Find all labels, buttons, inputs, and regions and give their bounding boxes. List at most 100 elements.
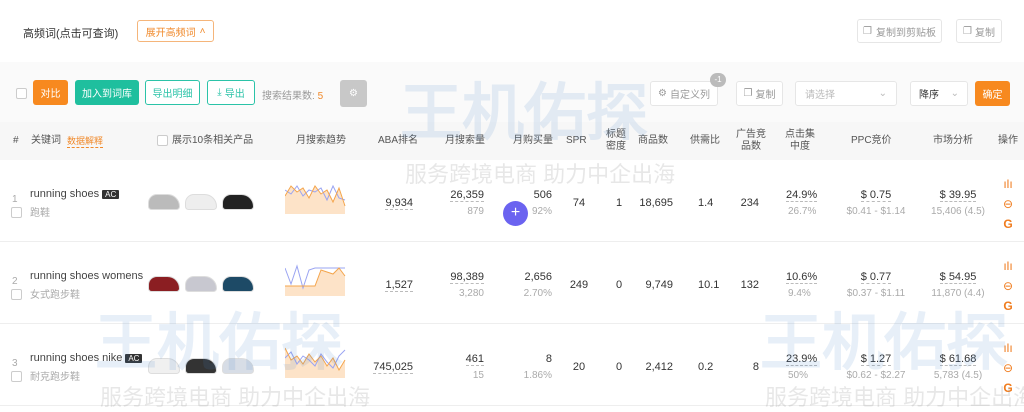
keyword-text[interactable]: running shoes — [30, 188, 99, 200]
click-concentration-sub: 9.4% — [788, 288, 811, 299]
result-count-label: 搜索结果数: — [262, 91, 315, 102]
row-index: 3 — [12, 358, 18, 369]
product-thumbnail[interactable] — [185, 358, 217, 374]
product-thumbnail[interactable] — [148, 276, 180, 292]
sort-order-value: 降序 — [919, 90, 939, 101]
click-concentration: 24.9% — [786, 189, 818, 202]
toolbar: 对比 加入到词库 导出明细 ⤓ 导出 搜索结果数: 5 ⚙ ⚙ 自定义列 -1 ❐ 复… — [0, 62, 1024, 122]
chevron-up-icon: ˄ — [199, 25, 206, 37]
row-checkbox[interactable] — [11, 289, 22, 300]
col-spr: SPR — [566, 135, 587, 146]
expand-label: 展开高频词 — [145, 27, 196, 39]
keyword-text[interactable]: running shoes womens — [30, 270, 143, 282]
chart-icon[interactable]: ılı — [1001, 338, 1015, 358]
search-volume: 26,359 — [450, 189, 484, 202]
table-header: # 关键词 数据解释 展示10条相关产品 月搜索趋势 ABA排名 月搜索量 月购买… — [0, 122, 1024, 160]
product-thumbnail[interactable] — [185, 194, 217, 210]
show-products-checkbox[interactable] — [157, 135, 168, 146]
minus-circle-icon[interactable]: ⊖ — [1001, 276, 1015, 296]
minus-circle-icon[interactable]: ⊖ — [1001, 358, 1015, 378]
copy-button[interactable]: ❐ 复制 — [956, 19, 1002, 43]
product-thumbnail[interactable] — [222, 276, 254, 292]
col-keyword: 关键词 数据解释 — [31, 122, 104, 160]
result-count-value: 5 — [317, 91, 324, 102]
spr: 249 — [569, 279, 589, 291]
col-aba: ABA排名 — [378, 135, 419, 146]
export-detail-button[interactable]: 导出明细 — [145, 80, 200, 105]
click-concentration: 23.9% — [786, 353, 818, 366]
aba-rank: 745,025 — [373, 361, 413, 374]
copy-icon: ❐ — [743, 88, 753, 99]
col-purchase: 月购买量 — [513, 135, 553, 146]
compare-button[interactable]: 对比 — [33, 80, 68, 105]
trend-sparkline[interactable] — [285, 264, 349, 296]
purchase-rate: 1.86% — [523, 370, 552, 381]
trend-sparkline[interactable] — [285, 182, 349, 214]
click-concentration: 10.6% — [786, 271, 818, 284]
purchase-volume: 506 — [533, 189, 552, 201]
search-volume: 98,389 — [450, 271, 484, 284]
product-thumbnail[interactable] — [185, 276, 217, 292]
product-thumbnail[interactable] — [148, 358, 180, 374]
purchase-volume: 2,656 — [524, 271, 552, 283]
select-all-checkbox[interactable] — [16, 88, 27, 99]
spr: 74 — [572, 197, 586, 209]
purchase-rate: 92% — [531, 206, 552, 217]
market-sub: 5,783 (4.5) — [933, 370, 983, 381]
add-to-library-button[interactable]: 加入到词库 — [75, 80, 139, 105]
chart-icon[interactable]: ılı — [1001, 256, 1015, 276]
settings-button[interactable]: ⚙ — [340, 80, 367, 107]
keyword-text[interactable]: running shoes nike — [30, 352, 122, 364]
search-volume-sub: 879 — [467, 206, 484, 217]
data-explain-link[interactable]: 数据解释 — [67, 135, 104, 148]
chart-icon[interactable]: ılı — [1001, 174, 1015, 194]
sort-order-select[interactable]: 降序 ⌄ — [910, 81, 968, 106]
result-count: 搜索结果数: 5 — [262, 87, 323, 102]
product-thumbnail[interactable] — [222, 194, 254, 210]
supply-demand-ratio: 1.4 — [698, 197, 714, 209]
supply-demand-ratio: 10.1 — [698, 279, 720, 291]
ad-product-count: 234 — [740, 197, 759, 209]
aba-rank: 1,527 — [385, 279, 413, 292]
sort-field-select[interactable]: 请选择 ⌄ — [795, 81, 897, 106]
col-search-volume: 月搜索量 — [445, 135, 485, 146]
copy-clipboard-button[interactable]: ❐ 复制到剪贴板 — [857, 19, 942, 43]
custom-columns-button[interactable]: ⚙ 自定义列 — [650, 81, 718, 106]
minus-circle-icon[interactable]: ⊖ — [1001, 194, 1015, 214]
col-trend: 月搜索趋势 — [296, 135, 346, 146]
confirm-button[interactable]: 确定 — [975, 81, 1010, 106]
col-click-concentration: 点击集中度 — [785, 129, 815, 152]
row-checkbox[interactable] — [11, 207, 22, 218]
google-icon[interactable]: G — [1001, 214, 1015, 234]
col-ops: 操作 — [998, 135, 1018, 146]
col-market: 市场分析 — [933, 135, 973, 146]
trend-sparkline[interactable] — [285, 346, 349, 378]
product-thumbnail[interactable] — [222, 358, 254, 374]
google-icon[interactable]: G — [1001, 296, 1015, 316]
table-row: 2 running shoes womens 女式跑步鞋 1,527 98,38… — [0, 244, 1024, 324]
ad-product-count: 132 — [740, 279, 759, 291]
product-count: 18,695 — [639, 197, 673, 209]
product-count: 2,412 — [645, 361, 673, 373]
export-button[interactable]: ⤓ 导出 — [207, 80, 255, 105]
google-icon[interactable]: G — [1001, 378, 1015, 398]
ppc-bid: $ 0.75 — [860, 189, 892, 202]
copy-button-2[interactable]: ❐ 复制 — [736, 81, 783, 106]
row-checkbox[interactable] — [11, 371, 22, 382]
title-density: 0 — [616, 279, 623, 291]
row-index: 2 — [12, 276, 18, 287]
keyword[interactable]: running shoes AC — [30, 188, 120, 200]
chevron-down-icon: ⌄ — [950, 88, 959, 99]
click-concentration-sub: 26.7% — [788, 206, 817, 217]
product-thumbnail[interactable] — [148, 194, 180, 210]
expand-high-freq-button[interactable]: 展开高频词 ˄ — [137, 20, 214, 42]
market-price: $ 61.68 — [939, 353, 977, 366]
keyword[interactable]: running shoes womens — [30, 270, 143, 282]
col-ppc: PPC竞价 — [851, 135, 892, 146]
ppc-range: $0.62 - $2.27 — [846, 370, 906, 381]
col-index: # — [13, 135, 19, 146]
keyword[interactable]: running shoes nike AC — [30, 352, 143, 364]
floating-add-button[interactable]: + — [503, 201, 528, 226]
shield-gear-icon: ⚙ — [349, 88, 358, 99]
trend-area — [285, 268, 345, 296]
